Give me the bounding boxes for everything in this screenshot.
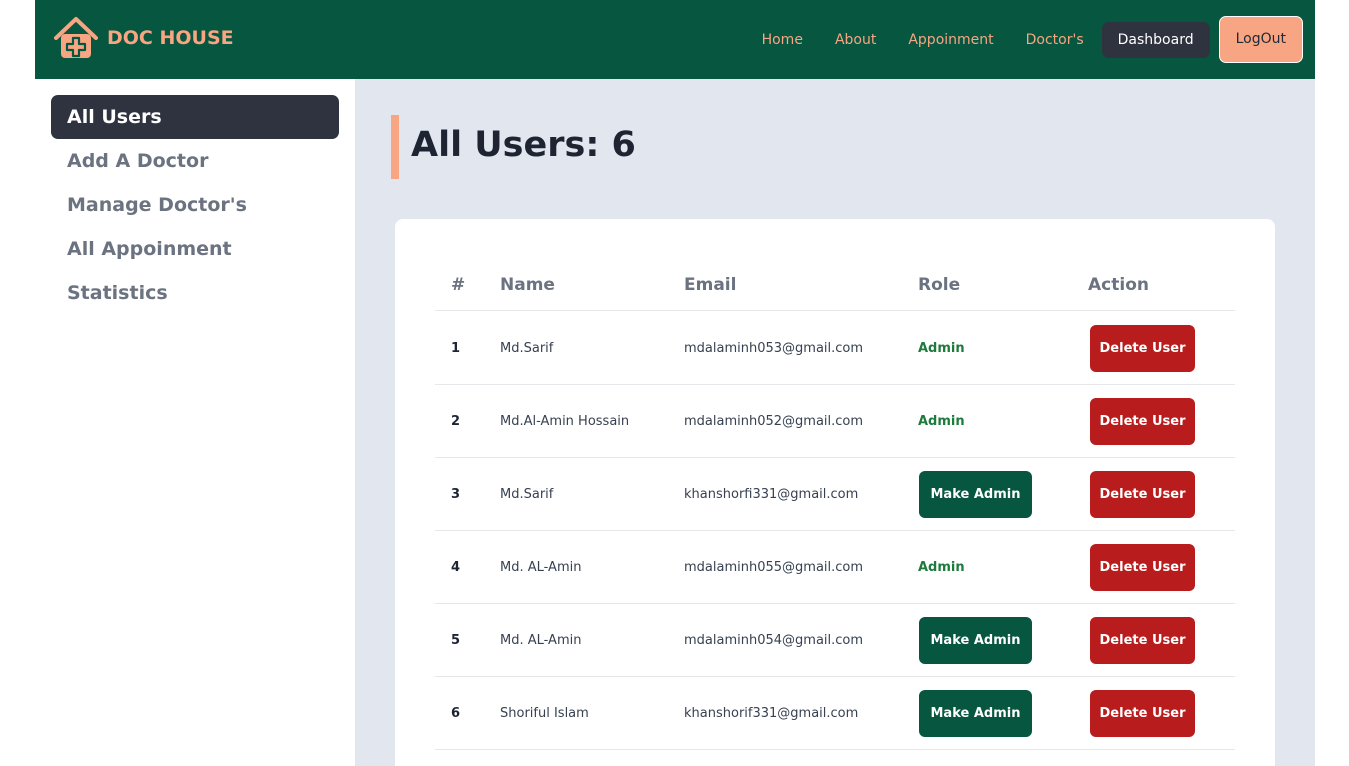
sidebar-item-all-appointment[interactable]: All Appoinment	[51, 227, 339, 271]
role-admin-label: Admin	[918, 414, 965, 429]
delete-user-button[interactable]: Delete User	[1090, 325, 1195, 372]
user-name: Md. AL-Amin	[500, 633, 582, 648]
role-admin-label: Admin	[918, 560, 965, 575]
user-email: mdalaminh055@gmail.com	[684, 560, 864, 575]
table-row: 3 Md.Sarif khanshorfi331@gmail.com Make Adm…	[435, 458, 1235, 531]
header-number: #	[451, 275, 466, 295]
house-medical-icon	[54, 17, 98, 58]
make-admin-button[interactable]: Make Admin	[919, 617, 1032, 664]
navbar: DOC HOUSE Home About Appoinment Doctor's…	[35, 0, 1315, 79]
table-row: 1 Md.Sarif mdalaminh053@gmail.com Admin Dele…	[435, 312, 1235, 385]
brand-name: DOC HOUSE	[107, 27, 234, 49]
users-table-card: # Name Email Role Action 1 Md.Sarif mdalam…	[395, 219, 1275, 766]
page-title: All Users: 6	[411, 125, 636, 165]
make-admin-button[interactable]: Make Admin	[919, 471, 1032, 518]
delete-user-button[interactable]: Delete User	[1090, 617, 1195, 664]
logo[interactable]: DOC HOUSE	[53, 16, 234, 60]
table-row: 5 Md. AL-Amin mdalaminh054@gmail.com Make A…	[435, 604, 1235, 677]
user-name: Md.Al-Amin Hossain	[500, 414, 630, 429]
sidebar-item-manage-doctors[interactable]: Manage Doctor's	[51, 183, 339, 227]
make-admin-button[interactable]: Make Admin	[919, 690, 1032, 737]
row-number: 1	[451, 341, 461, 356]
nav-about[interactable]: About	[819, 22, 892, 58]
row-number: 2	[451, 414, 461, 429]
delete-user-button[interactable]: Delete User	[1090, 690, 1195, 737]
row-number: 5	[451, 633, 461, 648]
sidebar-item-add-doctor[interactable]: Add A Doctor	[51, 139, 339, 183]
user-email: khanshorif331@gmail.com	[684, 706, 859, 721]
delete-user-button[interactable]: Delete User	[1090, 471, 1195, 518]
header-role: Role	[918, 275, 961, 295]
user-email: mdalaminh053@gmail.com	[684, 341, 864, 356]
user-name: Md. AL-Amin	[500, 560, 582, 575]
main-content: All Users: 6 # Name Email Role Action 1 M…	[355, 79, 1315, 766]
user-name: Md.Sarif	[500, 487, 554, 502]
nav-appointment[interactable]: Appoinment	[892, 22, 1009, 58]
logout-button[interactable]: LogOut	[1218, 16, 1303, 63]
nav-links: Home About Appoinment Doctor's Dashboard…	[746, 16, 1303, 63]
table-row: 4 Md. AL-Amin mdalaminh055@gmail.com Admin D…	[435, 531, 1235, 604]
user-name: Shoriful Islam	[500, 706, 589, 721]
nav-home[interactable]: Home	[746, 22, 819, 58]
sidebar: All Users Add A Doctor Manage Doctor's A…	[35, 79, 355, 766]
user-name: Md.Sarif	[500, 341, 554, 356]
user-email: khanshorfi331@gmail.com	[684, 487, 859, 502]
table-row: 6 Shoriful Islam khanshorif331@gmail.com Ma…	[435, 677, 1235, 750]
header-action: Action	[1088, 275, 1149, 295]
row-number: 4	[451, 560, 461, 575]
delete-user-button[interactable]: Delete User	[1090, 398, 1195, 445]
delete-user-button[interactable]: Delete User	[1090, 544, 1195, 591]
row-number: 6	[451, 706, 461, 721]
sidebar-item-statistics[interactable]: Statistics	[51, 271, 339, 315]
role-admin-label: Admin	[918, 341, 965, 356]
sidebar-item-all-users[interactable]: All Users	[51, 95, 339, 139]
user-email: mdalaminh052@gmail.com	[684, 414, 864, 429]
page: DOC HOUSE Home About Appoinment Doctor's…	[0, 0, 1349, 766]
header-name: Name	[500, 275, 555, 295]
table-header: # Name Email Role Action	[435, 275, 1235, 311]
row-number: 3	[451, 487, 461, 502]
table-row: 2 Md.Al-Amin Hossain mdalaminh052@gmail.co…	[435, 385, 1235, 458]
nav-dashboard-button[interactable]: Dashboard	[1101, 21, 1210, 58]
user-email: mdalaminh054@gmail.com	[684, 633, 864, 648]
nav-doctors[interactable]: Doctor's	[1010, 22, 1100, 58]
title-accent-bar	[391, 115, 399, 179]
header-email: Email	[684, 275, 737, 295]
